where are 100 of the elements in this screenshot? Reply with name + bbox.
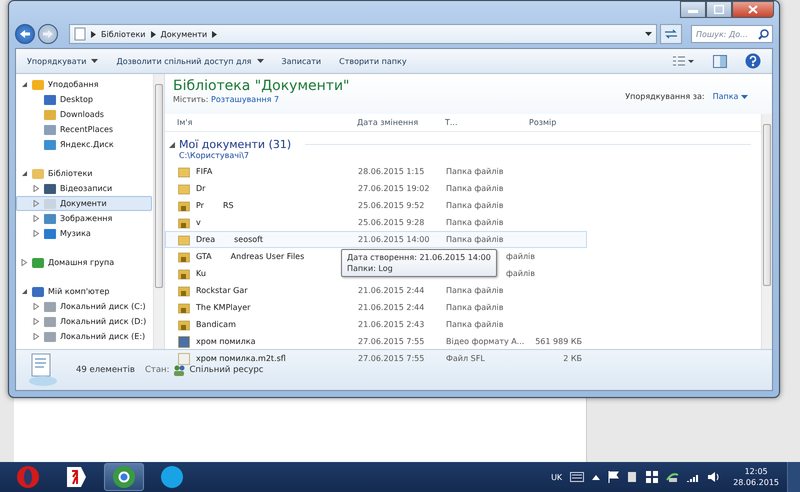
file-name: The KMPlayer	[196, 303, 250, 312]
expand-arrow-icon[interactable]	[33, 215, 40, 222]
collapse-arrow-icon[interactable]	[169, 142, 175, 148]
sidebar-item[interactable]: Downloads	[16, 107, 152, 122]
breadcrumb[interactable]: Бібліотеки	[101, 30, 146, 38]
file-icon	[178, 216, 191, 228]
toolbar-button[interactable]: Дозволити спільний доступ для	[109, 54, 270, 68]
date-cell-text: 27.06.2015 19:02	[358, 184, 430, 193]
file-icon	[178, 302, 191, 314]
state-label: Стан:	[144, 365, 170, 375]
scrollbar[interactable]	[761, 114, 772, 349]
includes-label: Містить:	[173, 95, 208, 104]
arrange-label: Упорядкування за:	[625, 92, 705, 100]
network-icon[interactable]	[666, 471, 680, 483]
toolbar-button[interactable]: Упорядкувати	[20, 54, 106, 68]
chevron-icon	[212, 30, 218, 38]
date-cell-text: 27.06.2015 7:55	[358, 354, 426, 363]
expand-arrow-icon[interactable]	[21, 81, 28, 88]
preview-pane-icon	[713, 54, 727, 68]
maximize-icon	[714, 5, 724, 14]
expand-arrow-icon[interactable]	[33, 303, 40, 310]
app-icon	[16, 465, 40, 489]
taskbar-app-button[interactable]	[104, 463, 144, 491]
file-icon	[178, 336, 191, 348]
forward-button[interactable]	[38, 24, 58, 44]
date-cell-text: 21.06.2015 2:44	[358, 303, 426, 312]
show-hidden-icons-icon[interactable]	[592, 474, 600, 480]
flag-icon[interactable]	[608, 471, 620, 483]
date-cell-text: 21.06.2015 2:43	[358, 320, 426, 329]
sidebar-item[interactable]: Бібліотеки	[16, 166, 152, 181]
type-cell-text: Файл SFL	[446, 354, 486, 363]
file-name: Ku	[196, 269, 206, 278]
sidebar-item[interactable]: Локальний диск (E:)	[16, 329, 152, 344]
address-bar[interactable]: Бібліотеки Документи	[69, 24, 657, 44]
sidebar-item[interactable]: Домашня група	[16, 255, 152, 270]
file-icon	[178, 166, 191, 178]
caret-icon	[741, 94, 748, 98]
volume-icon[interactable]	[708, 471, 720, 483]
caret-icon	[256, 59, 264, 63]
library-title: Бібліотека "Документи"	[173, 78, 350, 94]
type-cell-text: Відео формату A...	[446, 337, 526, 346]
type-cell-text: Папка файлів	[446, 286, 504, 295]
document-library-icon	[26, 353, 60, 387]
sidebar-item[interactable]: Відеозаписи	[16, 181, 152, 196]
chevron-icon	[91, 30, 96, 38]
toolbar-button[interactable]: Записати	[274, 54, 328, 68]
dropdown-icon[interactable]	[645, 32, 652, 36]
sidebar-item[interactable]: Мій комп'ютер	[16, 284, 152, 299]
type-cell: файлів	[506, 252, 535, 261]
column-header[interactable]: Розмір	[525, 118, 585, 127]
breadcrumb[interactable]: Документи	[160, 30, 208, 38]
expand-arrow-icon[interactable]	[21, 259, 28, 266]
toolbar-button[interactable]: Створити папку	[332, 54, 414, 68]
sidebar-item[interactable]: Музика	[16, 226, 152, 241]
chevron-icon	[150, 30, 156, 38]
sidebar-item[interactable]: Desktop	[16, 92, 152, 107]
expand-arrow-icon[interactable]	[33, 230, 40, 237]
expand-arrow-icon[interactable]	[33, 185, 40, 192]
file-icon	[178, 182, 191, 194]
device-icon[interactable]	[627, 471, 638, 483]
maximize-button[interactable]	[706, 1, 732, 18]
column-header[interactable]: Ім'я	[165, 118, 357, 127]
sidebar-item[interactable]: Уподобання	[16, 77, 152, 92]
refresh-icon	[664, 29, 678, 39]
expand-arrow-icon[interactable]	[21, 288, 28, 295]
close-button[interactable]	[732, 1, 774, 18]
scrollbar[interactable]	[153, 74, 164, 349]
sidebar-item[interactable]: Локальний диск (C:)	[16, 299, 152, 314]
sidebar-item[interactable]: Яндекс.Диск	[16, 137, 152, 152]
keyboard-icon[interactable]	[570, 472, 584, 482]
sidebar-item[interactable]: Документи	[16, 196, 152, 211]
app-icon	[160, 465, 184, 489]
column-header[interactable]: Т...	[445, 118, 525, 127]
expand-arrow-icon[interactable]	[33, 318, 40, 325]
windows-icon[interactable]	[646, 471, 658, 483]
sidebar-item[interactable]: RecentPlaces	[16, 122, 152, 137]
highlighted-row[interactable]: Drea seosoft 21.06.2015 14:00 Папка файлів	[165, 231, 587, 248]
back-button[interactable]	[15, 24, 35, 44]
column-header[interactable]: Дата змінення	[357, 118, 445, 127]
file-icon	[178, 234, 191, 246]
sidebar-item[interactable]: Зображення	[16, 211, 152, 226]
file-name: FIFA	[196, 167, 212, 176]
arrange-dropdown[interactable]: Папка	[712, 92, 748, 100]
tooltip-text: Дата створення: 21.06.2015 14:00	[347, 252, 491, 263]
group-header[interactable]: Мої документи (31)	[179, 138, 292, 151]
app-icon	[64, 465, 88, 489]
language-indicator[interactable]: UK	[551, 472, 562, 482]
date-cell-text: 21.06.2015 2:44	[358, 286, 426, 295]
expand-arrow-icon[interactable]	[21, 170, 28, 177]
expand-arrow-icon[interactable]	[33, 333, 40, 340]
search-field[interactable]: Пошук: До...	[691, 25, 773, 43]
size-cell-text: 561 989 КБ	[534, 337, 582, 346]
clock[interactable]: 12:05 28.06.2015	[733, 466, 779, 488]
minimize-button[interactable]	[680, 1, 706, 18]
file-name: v	[196, 218, 201, 227]
refresh-button[interactable]	[660, 24, 682, 44]
tooltip-text: Папки: Log	[347, 263, 394, 274]
search-icon[interactable]	[758, 29, 769, 40]
locations-link[interactable]: Розташування 7	[211, 95, 280, 104]
sidebar-item[interactable]: Локальний диск (D:)	[16, 314, 152, 329]
